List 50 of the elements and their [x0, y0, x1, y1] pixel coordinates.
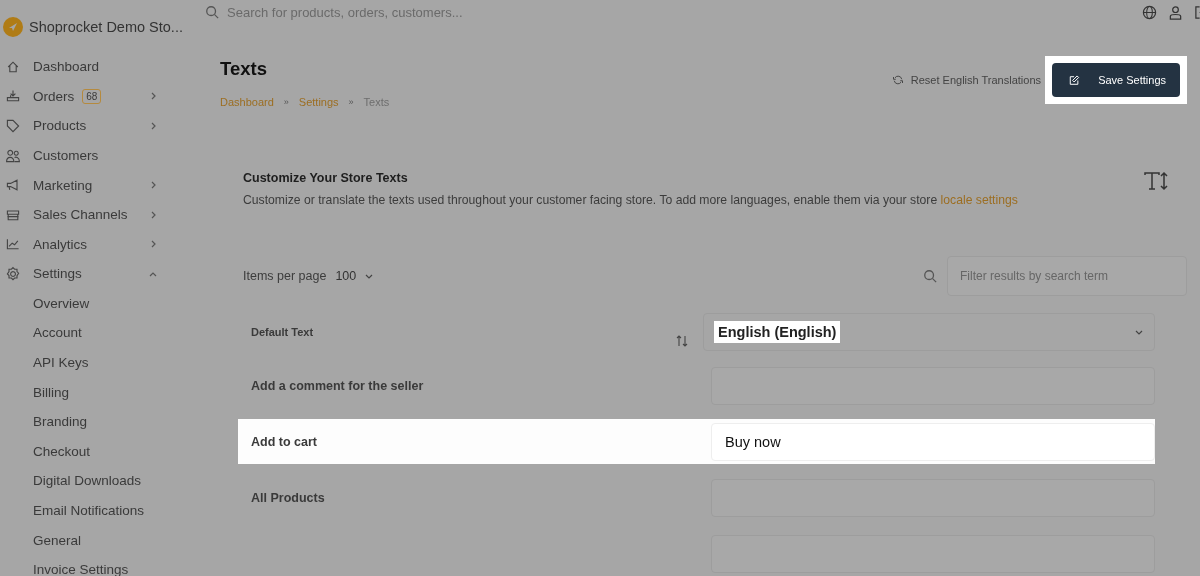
sidebar-item[interactable]: Orders 68 — [3, 81, 200, 112]
search-field[interactable]: Search for products, orders, customers... — [200, 4, 527, 20]
breadcrumb-separator: » — [283, 97, 289, 107]
nav-icon — [5, 177, 21, 194]
sort-icon[interactable] — [675, 334, 689, 348]
sidebar-subitem[interactable]: Digital Downloads — [3, 466, 200, 496]
globe-icon[interactable] — [1142, 4, 1157, 20]
logo-icon — [3, 17, 23, 37]
save-button[interactable]: Save Settings — [1052, 63, 1180, 97]
nav-icon — [5, 118, 21, 134]
items-per-page-select[interactable]: 100 — [335, 269, 375, 283]
reset-button[interactable]: Reset English Translations — [891, 74, 1041, 86]
sidebar-subitem[interactable]: Branding — [3, 407, 200, 437]
section-heading: Customize Your Store Texts — [243, 171, 409, 185]
user-icon[interactable] — [1168, 4, 1183, 20]
sidebar-item[interactable]: Sales Channels — [3, 199, 200, 230]
search-icon — [923, 269, 937, 283]
edit-icon — [1068, 73, 1081, 87]
sidebar-subitem[interactable]: Email Notifications — [3, 495, 200, 526]
language-select[interactable]: English (English) — [703, 313, 1155, 351]
store-name[interactable]: Shoprocket Demo Sto... — [29, 19, 183, 35]
search-icon — [205, 5, 219, 19]
sidebar-item[interactable]: Marketing — [3, 170, 200, 200]
sidebar-subitem[interactable]: Invoice Settings — [3, 555, 200, 576]
breadcrumb-separator: » — [348, 97, 354, 107]
sidebar-subitem[interactable]: General — [3, 525, 200, 556]
sidebar-item[interactable]: Settings — [3, 259, 200, 289]
sidebar-item[interactable]: Customers — [3, 140, 200, 171]
translation-field[interactable]: Buy now — [711, 422, 1155, 461]
nav-icon — [5, 265, 21, 282]
sidebar-subitem[interactable]: Account — [3, 318, 200, 348]
sidebar-item[interactable]: Analytics — [3, 229, 200, 260]
count-badge: 68 — [82, 88, 102, 104]
text-size-icon[interactable] — [1143, 171, 1169, 191]
default-text: Add to cart — [251, 434, 318, 449]
default-text: All Products — [251, 490, 326, 505]
sidebar-item[interactable]: Products — [3, 111, 200, 141]
section-description: Customize or translate the texts used throughout your customer facing store. To add more languages, enable them via your store locale settings — [243, 193, 1018, 207]
sidebar-subitem[interactable]: Overview — [3, 288, 200, 319]
refresh-icon — [891, 74, 904, 86]
sidebar-item[interactable]: Dashboard — [3, 52, 200, 82]
sidebar-subitem[interactable]: Checkout — [3, 436, 200, 467]
page-title: Texts — [220, 58, 268, 80]
sidebar-subitem[interactable]: API Keys — [3, 347, 200, 378]
items-per-page-label: Items per page — [243, 269, 327, 283]
sidebar-subitem[interactable]: Billing — [3, 377, 200, 408]
filter-field[interactable]: Filter results by search term — [947, 256, 1187, 296]
column-header: Default Text — [251, 326, 314, 338]
default-text: Add a comment for the seller — [251, 378, 425, 393]
nav-icon — [5, 147, 21, 164]
